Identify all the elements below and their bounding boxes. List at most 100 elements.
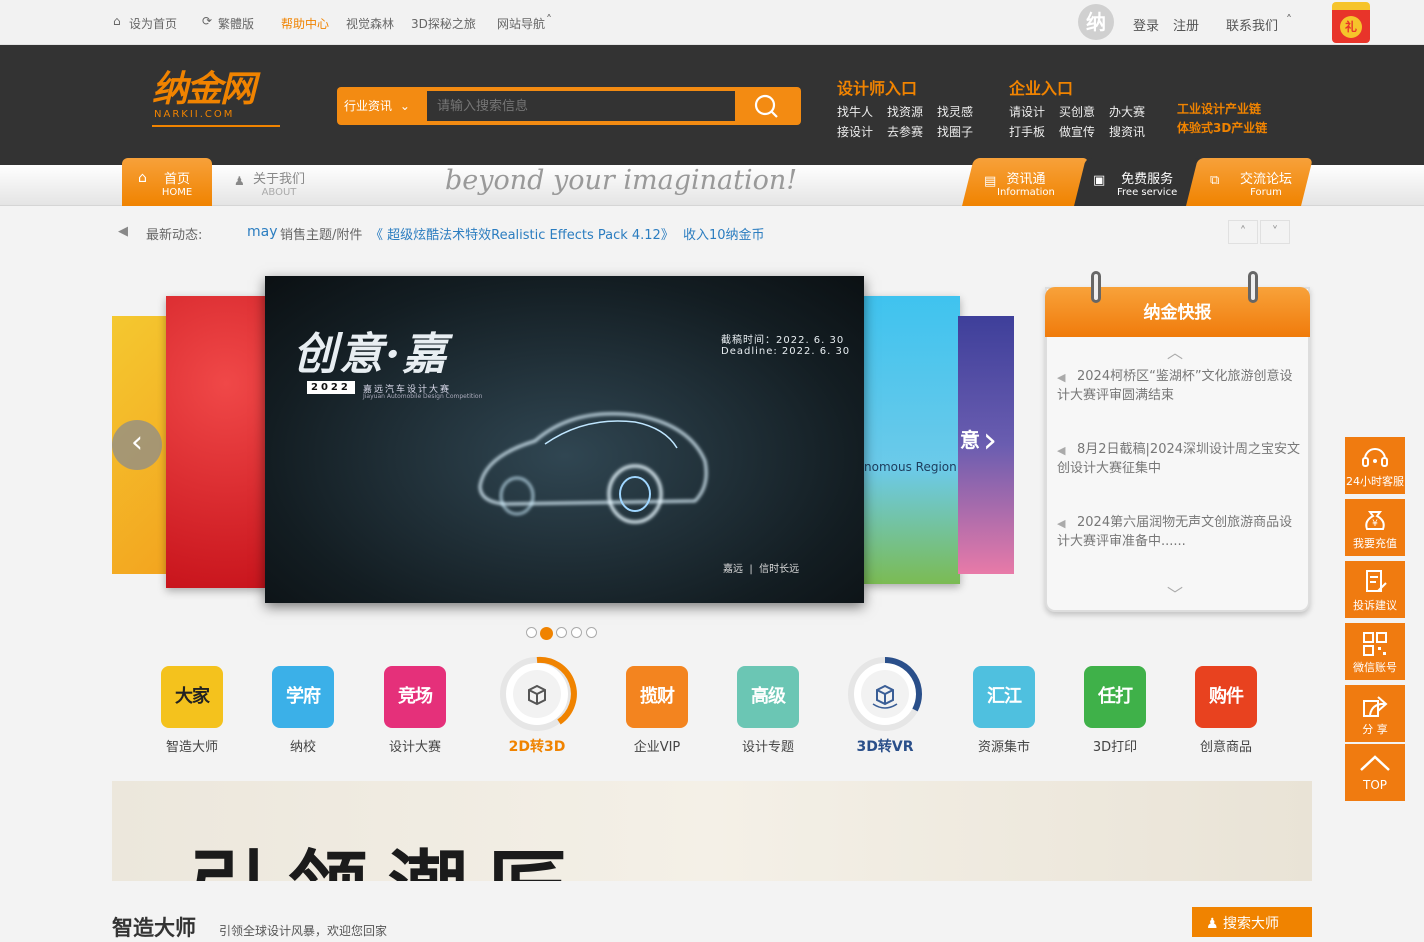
category-item[interactable]: 大家 智造大师 <box>147 662 237 755</box>
chevron-up-icon: ˄ <box>546 13 552 27</box>
search-category-select[interactable]: 行业资讯 ⌄ <box>337 87 423 125</box>
visual-forest-link[interactable]: 视觉森林 <box>346 15 394 32</box>
nav-home[interactable]: ⌂ 首页 HOME <box>122 158 212 206</box>
carousel-dot[interactable] <box>571 627 582 638</box>
category-item[interactable]: 汇江 资源集市 <box>959 662 1049 755</box>
category-icon: 揽财 <box>626 666 688 728</box>
enterprise-link[interactable]: 打手板 <box>1009 122 1045 142</box>
promo-banner[interactable]: 引领潮匠 <box>112 781 1312 881</box>
designer-link[interactable]: 接设计 <box>837 122 873 142</box>
designer-entry-title[interactable]: 设计师入口 <box>837 75 917 99</box>
search-box: 行业资讯 ⌄ <box>337 87 801 125</box>
category-label: 2D转3D <box>508 739 566 755</box>
search-input[interactable] <box>427 91 735 121</box>
carousel-prev-button[interactable]: ‹ <box>112 420 162 470</box>
nav-about-label: 关于我们 <box>252 172 305 187</box>
enterprise-link[interactable]: 买创意 <box>1059 102 1095 122</box>
category-item[interactable]: 竞场 设计大赛 <box>370 662 460 755</box>
enterprise-entry-title[interactable]: 企业入口 <box>1009 75 1073 99</box>
slogan: beyond your imagination! <box>445 165 798 196</box>
flash-scroll-down-button[interactable]: ﹀ <box>1167 581 1183 605</box>
designer-link[interactable]: 找资源 <box>887 102 923 122</box>
flash-scroll-up-button[interactable]: ︿ <box>1167 339 1183 363</box>
help-center-link[interactable]: 帮助中心 <box>281 15 329 32</box>
contact-link[interactable]: 联系我们 <box>1226 15 1278 34</box>
sidebar-label: 我要充值 <box>1353 537 1397 550</box>
sidebar-top-button[interactable]: TOP <box>1345 744 1405 801</box>
nav-tab-en: Information <box>997 187 1055 198</box>
category-label: 企业VIP <box>633 740 681 755</box>
user-icon: ♟ <box>1206 916 1219 932</box>
search-master-label: 搜索大师 <box>1223 916 1280 932</box>
traditional-link[interactable]: 繁體版 <box>218 15 254 32</box>
money-bag-icon: ¥ <box>1365 511 1385 530</box>
designer-link[interactable]: 去参赛 <box>887 122 923 142</box>
enterprise-link[interactable]: 做宣传 <box>1059 122 1095 142</box>
news-reward: 收入10纳金币 <box>683 228 765 243</box>
sidebar-label: 24小时客服 <box>1346 475 1404 488</box>
explore-3d-link[interactable]: 3D探秘之旅 <box>411 15 476 32</box>
ticker-prev-button[interactable]: ˄ <box>1228 220 1258 244</box>
category-item[interactable]: 2D转3D <box>492 654 582 756</box>
slide-left[interactable] <box>166 296 266 588</box>
avatar[interactable]: 纳 <box>1078 4 1114 40</box>
news-user-link[interactable]: may <box>247 224 278 240</box>
category-label: 3D打印 <box>1092 740 1138 755</box>
sidebar-share-button[interactable]: 分 享 <box>1345 685 1405 742</box>
vr-cube-icon <box>848 657 922 731</box>
category-item[interactable]: 高级 设计专题 <box>723 662 813 755</box>
login-link[interactable]: 登录 <box>1133 15 1159 34</box>
sidebar-feedback-button[interactable]: 投诉建议 <box>1345 561 1405 618</box>
edit-document-icon <box>1366 570 1387 592</box>
sidebar-wechat-button[interactable]: 微信账号 <box>1345 623 1405 680</box>
slide-main[interactable]: 创意·嘉 2022 嘉远汽车设计大赛 Jiayuan Automobile De… <box>265 276 864 603</box>
flash-news-item[interactable]: 2024柯桥区“鉴湖杯”文化旅游创意设计大赛评审圆满结束 <box>1057 367 1302 405</box>
banner-deadline-en: Deadline: 2022. 6. 30 <box>721 346 851 357</box>
industrial-chain-link[interactable]: 工业设计产业链 <box>1177 100 1261 117</box>
news-item-link[interactable]: 《 超级炫酷法术特效Realistic Effects Pack 4.12》 <box>370 224 674 243</box>
carousel-dot[interactable] <box>526 627 537 638</box>
carousel-dot-active[interactable] <box>540 627 553 640</box>
section-subtitle: 引领全球设计风暴，欢迎您回家 <box>219 924 388 938</box>
register-link[interactable]: 注册 <box>1173 15 1199 34</box>
flash-news-item[interactable]: 2024第六届润物无声文创旅游商品设计大赛评审准备中...... <box>1057 513 1302 551</box>
enterprise-link[interactable]: 办大赛 <box>1109 102 1145 122</box>
gift-icon[interactable]: 礼 <box>1332 2 1370 43</box>
category-item[interactable]: 学府 纳校 <box>258 662 348 755</box>
category-item[interactable]: 购件 创意商品 <box>1181 662 1271 755</box>
sidebar-label: 分 享 <box>1362 723 1388 736</box>
sidebar-support-button[interactable]: 24小时客服 <box>1345 437 1405 494</box>
sidebar-label: 投诉建议 <box>1353 599 1397 612</box>
search-button[interactable] <box>739 87 801 125</box>
chevron-up-icon: ˄ <box>1286 13 1292 27</box>
set-homepage-link[interactable]: 设为首页 <box>129 15 177 32</box>
main-nav: ⌂ 首页 HOME ♟ 关于我们 ABOUT beyond your imagi… <box>0 158 1424 206</box>
promo-text: 引领潮匠 <box>188 849 588 882</box>
cube-2d-3d-icon <box>500 656 577 731</box>
carousel-dot[interactable] <box>586 627 597 638</box>
home-icon: ⌂ <box>113 14 121 28</box>
category-item[interactable]: 任打 3D打印 <box>1070 662 1160 755</box>
sidebar-recharge-button[interactable]: ¥ 我要充值 <box>1345 499 1405 556</box>
headset-icon <box>1362 448 1388 467</box>
slide-right[interactable]: nomous Region <box>864 296 960 584</box>
3d-chain-link[interactable]: 体验式3D产业链 <box>1177 119 1267 136</box>
ticker-next-button[interactable]: ˅ <box>1260 220 1290 244</box>
nav-tab-en: Forum <box>1250 187 1282 198</box>
site-nav-link[interactable]: 网站导航 <box>497 15 545 32</box>
enterprise-link[interactable]: 请设计 <box>1009 102 1045 122</box>
enterprise-link[interactable]: 搜资讯 <box>1109 122 1145 142</box>
category-item[interactable]: 3D转VR <box>840 654 930 756</box>
category-item[interactable]: 揽财企业VIP <box>612 662 702 755</box>
carousel-next-button[interactable]: › <box>970 418 1010 468</box>
flash-news-item[interactable]: 8月2日截稿|2024深圳设计周之宝安文创设计大赛征集中 <box>1057 440 1302 478</box>
carousel-dot[interactable] <box>556 627 567 638</box>
car-outline-illustration <box>478 412 708 524</box>
category-label: 创意商品 <box>1199 740 1252 755</box>
logo[interactable]: 纳金网 NARKII.COM <box>152 69 282 129</box>
nav-about[interactable]: ♟ 关于我们 ABOUT <box>234 168 314 204</box>
designer-link[interactable]: 找灵感 <box>937 102 973 122</box>
designer-link[interactable]: 找圈子 <box>937 122 973 142</box>
designer-link[interactable]: 找牛人 <box>837 102 873 122</box>
sidebar-label: 微信账号 <box>1353 661 1397 674</box>
